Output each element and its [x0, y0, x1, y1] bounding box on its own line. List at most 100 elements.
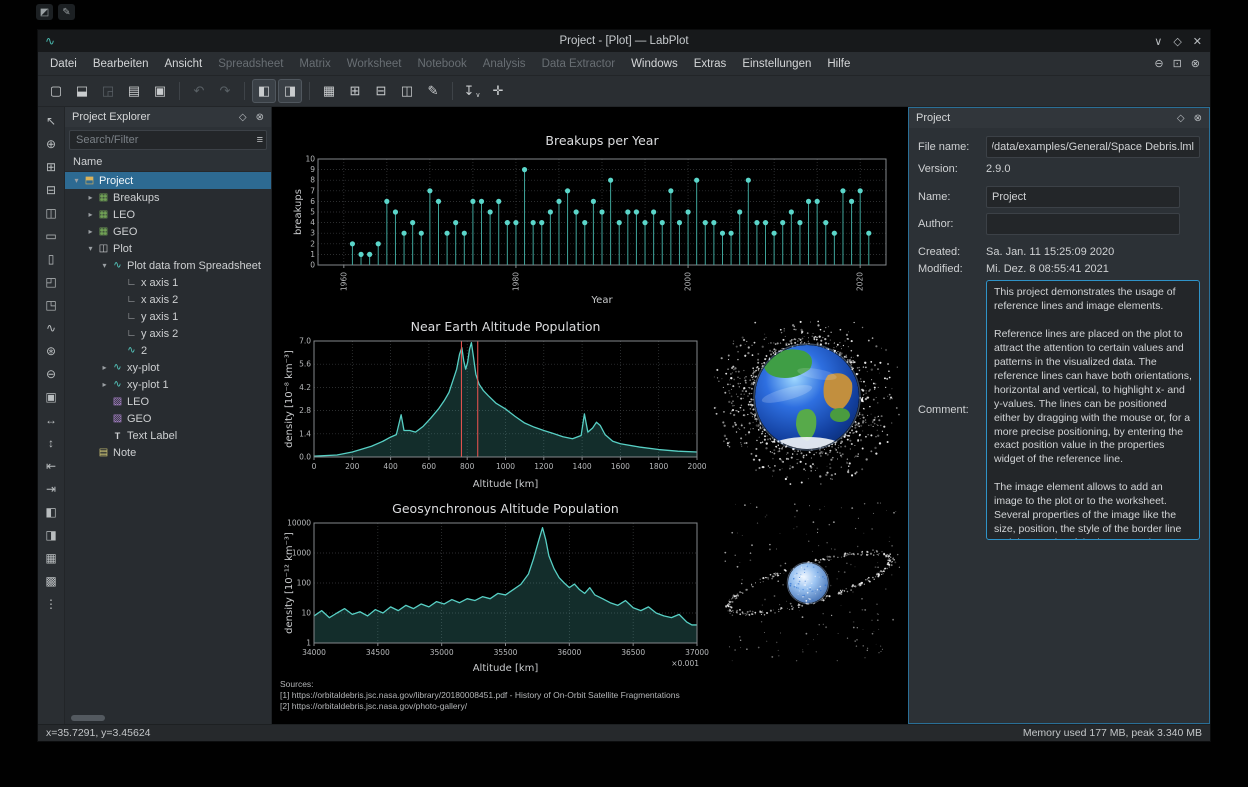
expander-collapsed-icon[interactable]: ▸: [85, 193, 96, 202]
open-project-button[interactable]: ⬓: [70, 79, 94, 103]
tree-item-plot-data-from-spreadsheet[interactable]: ▾ ∿ Plot data from Spreadsheet: [65, 257, 271, 274]
tree-item-2[interactable]: ∿ 2: [65, 342, 271, 359]
tree-item-y-axis-1[interactable]: ∟ y axis 1: [65, 308, 271, 325]
menu-einstellungen[interactable]: Einstellungen: [734, 55, 819, 73]
undo-button[interactable]: ↶: [187, 79, 211, 103]
panel-float-button[interactable]: ◇: [1177, 113, 1185, 124]
tree-item-breakups[interactable]: ▸ ▦ Breakups: [65, 189, 271, 206]
expander-collapsed-icon[interactable]: ▸: [85, 210, 96, 219]
redo-button[interactable]: ↷: [213, 79, 237, 103]
menu-hilfe[interactable]: Hilfe: [819, 55, 858, 73]
pin-icon[interactable]: ✎: [58, 4, 75, 20]
zoom-in-tool-button[interactable]: ⊛: [41, 341, 61, 361]
mdi-minimize-button[interactable]: ⊖: [1154, 57, 1163, 70]
expander-collapsed-icon[interactable]: ▸: [99, 380, 110, 389]
tree-item-geo[interactable]: ▸ ▦ GEO: [65, 223, 271, 240]
zoom-select-tool-button[interactable]: ▣: [41, 387, 61, 407]
tree-item-leo[interactable]: ▨ LEO: [65, 393, 271, 410]
insert-plot-template-button[interactable]: ▭: [41, 226, 61, 246]
break-layout-button[interactable]: ▩: [41, 571, 61, 591]
comment-textarea[interactable]: This project demonstrates the usage of r…: [986, 280, 1200, 540]
shift-right-tool-button[interactable]: ⇥: [41, 479, 61, 499]
tree-item-text-label[interactable]: T Text Label: [65, 427, 271, 444]
menu-bearbeiten[interactable]: Bearbeiten: [85, 55, 157, 73]
import-data-button[interactable]: ↧ ∨: [460, 79, 484, 103]
insert-curve-button[interactable]: ∿: [41, 318, 61, 338]
source-link[interactable]: [1] https://orbitaldebris.jsc.nasa.gov/l…: [280, 690, 680, 701]
geo-ring-image[interactable]: [720, 499, 905, 671]
insert-plot-centered-button[interactable]: ◫: [41, 203, 61, 223]
titlebar[interactable]: ∿ Project - [Plot] — LabPlot ∨ ◇ ✕: [38, 30, 1210, 52]
tree-item-geo[interactable]: ▨ GEO: [65, 410, 271, 427]
panel-float-button[interactable]: ◇: [239, 112, 247, 123]
mdi-restore-button[interactable]: ⊡: [1173, 57, 1182, 70]
source-link[interactable]: [2] https://orbitaldebris.jsc.nasa.gov/p…: [280, 701, 680, 712]
new-datapicker-button[interactable]: ✛: [486, 79, 510, 103]
tree-item-y-axis-2[interactable]: ∟ y axis 2: [65, 325, 271, 342]
layout-grid-button[interactable]: ▦: [41, 548, 61, 568]
toggle-properties-explorer-button[interactable]: ◨: [278, 79, 302, 103]
menu-datei[interactable]: Datei: [42, 55, 85, 73]
menu-windows[interactable]: Windows: [623, 55, 686, 73]
save-project-button[interactable]: ◲: [96, 79, 120, 103]
new-notebook-button[interactable]: ✎: [421, 79, 445, 103]
new-worksheet-button[interactable]: ◫: [395, 79, 419, 103]
print-button[interactable]: ▤: [122, 79, 146, 103]
layout-horizontal-button[interactable]: ◨: [41, 525, 61, 545]
expander-collapsed-icon[interactable]: ▸: [99, 363, 110, 372]
author-input[interactable]: [986, 213, 1180, 235]
crosshair-tool-button[interactable]: ⊕: [41, 134, 61, 154]
tree-item-leo[interactable]: ▸ ▦ LEO: [65, 206, 271, 223]
mdi-close-button[interactable]: ⊗: [1191, 57, 1200, 70]
chart-near-earth-altitude[interactable]: 0.0 1.4 2.8 4.2 5.6 7.0 0 200 400 600 800 1000 1200 1…: [282, 315, 718, 497]
zoom-x-tool-button[interactable]: ↔: [41, 410, 61, 430]
new-project-button[interactable]: ▢: [44, 79, 68, 103]
tree-item-x-axis-2[interactable]: ∟ x axis 2: [65, 291, 271, 308]
new-spreadsheet-button[interactable]: ⊞: [343, 79, 367, 103]
author-label: Author:: [918, 218, 954, 230]
tree-item-xy-plot[interactable]: ▸ ∿ xy-plot: [65, 359, 271, 376]
close-button[interactable]: ✕: [1193, 35, 1202, 48]
expander-expanded-icon[interactable]: ▾: [99, 261, 110, 270]
insert-plot-four-axes-button[interactable]: ⊞: [41, 157, 61, 177]
minimize-button[interactable]: ∨: [1154, 35, 1162, 48]
insert-image-button[interactable]: ◰: [41, 272, 61, 292]
zoom-y-tool-button[interactable]: ↕: [41, 433, 61, 453]
zoom-out-tool-button[interactable]: ⊖: [41, 364, 61, 384]
panel-close-button[interactable]: ⊗: [1194, 113, 1202, 124]
tree-item-plot[interactable]: ▾ ◫ Plot: [65, 240, 271, 257]
layout-vertical-button[interactable]: ◧: [41, 502, 61, 522]
toggle-project-explorer-button[interactable]: ◧: [252, 79, 276, 103]
horizontal-scrollbar[interactable]: [71, 715, 105, 721]
tree-item-x-axis-1[interactable]: ∟ x axis 1: [65, 274, 271, 291]
print-preview-button[interactable]: ▣: [148, 79, 172, 103]
file-name-input[interactable]: [986, 136, 1200, 158]
filter-options-icon[interactable]: ≡: [257, 133, 263, 147]
tree-item-xy-plot-1[interactable]: ▸ ∿ xy-plot 1: [65, 376, 271, 393]
earth-debris-image[interactable]: [712, 319, 902, 491]
insert-legend-button[interactable]: ◳: [41, 295, 61, 315]
expander-expanded-icon[interactable]: ▾: [71, 176, 82, 185]
tree-item-project[interactable]: ▾ ⬒ Project: [65, 172, 271, 189]
expander-expanded-icon[interactable]: ▾: [85, 244, 96, 253]
maximize-button[interactable]: ◇: [1173, 35, 1181, 48]
menu-extras[interactable]: Extras: [686, 55, 735, 73]
panel-close-button[interactable]: ⊗: [256, 112, 264, 123]
chart-geosynchronous-altitude[interactable]: 11010010001000034000 34500 35000 35500 36000…: [282, 497, 718, 681]
new-matrix-button[interactable]: ⊟: [369, 79, 393, 103]
select-tool-button[interactable]: ↖: [41, 111, 61, 131]
new-workbook-button[interactable]: ▦: [317, 79, 341, 103]
name-input[interactable]: [986, 186, 1180, 208]
search-input[interactable]: [69, 130, 267, 150]
expander-collapsed-icon[interactable]: ▸: [85, 227, 96, 236]
worksheet-canvas[interactable]: 0 1 2 3 4 5 6 7 8 9 10 1960 1980 2000 2020 Breakups per…: [272, 107, 908, 724]
more-tools-button[interactable]: ⋮: [41, 594, 61, 614]
insert-text-label-button[interactable]: ▯: [41, 249, 61, 269]
chart-breakups-per-year[interactable]: 0 1 23 45 6 78 910 1960 1980 2000 2020 Breakups per…: [292, 125, 892, 313]
screenshot-tool-icon[interactable]: ◩: [36, 4, 53, 20]
insert-plot-two-axes-button[interactable]: ⊟: [41, 180, 61, 200]
tree-column-header[interactable]: Name: [65, 153, 271, 172]
menu-ansicht[interactable]: Ansicht: [156, 55, 210, 73]
tree-item-note[interactable]: ▤ Note: [65, 444, 271, 461]
shift-left-tool-button[interactable]: ⇤: [41, 456, 61, 476]
